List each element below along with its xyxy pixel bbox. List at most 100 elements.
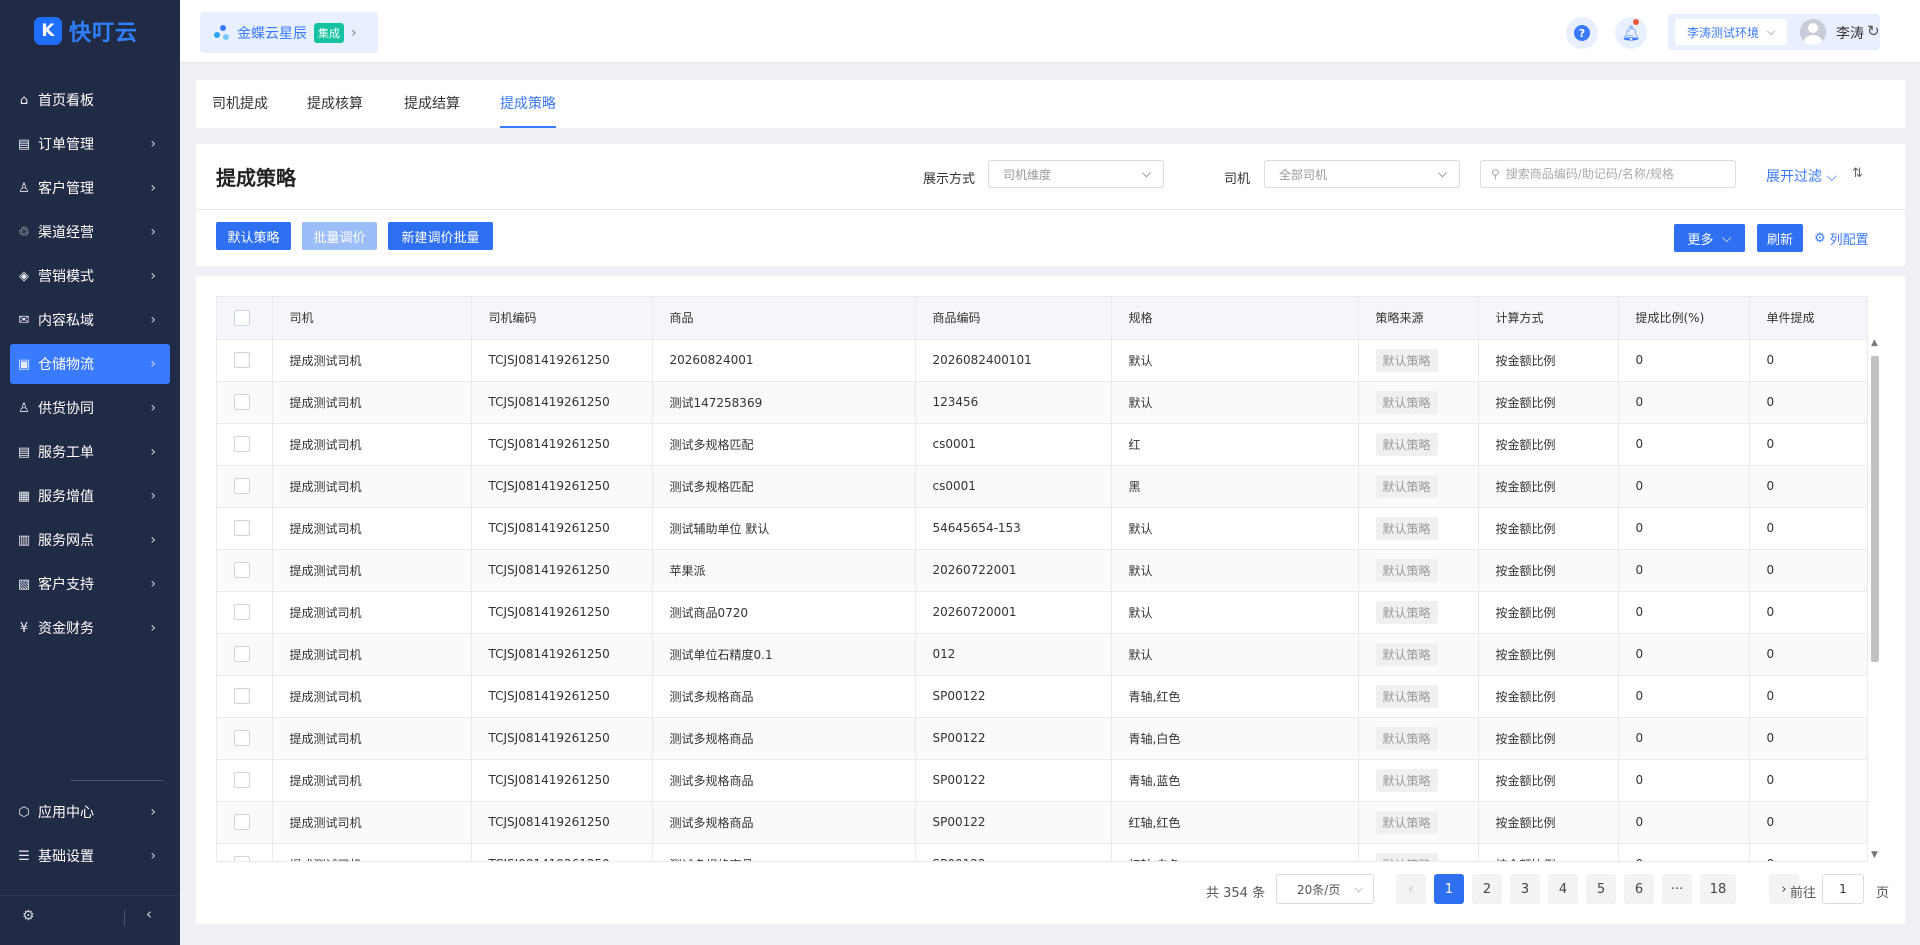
- row-checkbox[interactable]: [234, 856, 250, 861]
- sidebar-item-app-center[interactable]: ⬡ 应用中心 ›: [10, 792, 170, 832]
- sidebar-item-tag[interactable]: ◈ 营销模式 ›: [10, 256, 170, 296]
- scrollbar-thumb[interactable]: [1871, 356, 1879, 662]
- row-checkbox[interactable]: [234, 814, 250, 830]
- row-select-cell: [217, 675, 273, 718]
- table-row[interactable]: 提成测试司机 TCJSJ081419261250 测试辅助单位 默认 54645654…: [217, 507, 1867, 550]
- tab-2[interactable]: 提成核算: [307, 80, 363, 128]
- environment-select[interactable]: 李涛测试环境 ⌵: [1675, 19, 1787, 45]
- table-row[interactable]: 提成测试司机 TCJSJ081419261250 苹果派 20260722001 默认默…: [217, 549, 1867, 592]
- column-header-product-code[interactable]: 商品编码: [915, 297, 1112, 340]
- row-checkbox[interactable]: [234, 562, 250, 578]
- tab-1[interactable]: 司机提成: [212, 80, 268, 128]
- row-checkbox[interactable]: [234, 436, 250, 452]
- page-button[interactable]: 2: [1472, 874, 1502, 904]
- sidebar-item-order[interactable]: ▤ 订单管理 ›: [10, 124, 170, 164]
- sidebar-item-ticket[interactable]: ▤ 服务工单 ›: [10, 432, 170, 472]
- sidebar-item-support[interactable]: ▧ 客户支持 ›: [10, 564, 170, 604]
- chevron-down-icon: ⌵: [1437, 166, 1447, 180]
- column-header-unit-commission[interactable]: 单件提成: [1749, 297, 1867, 340]
- pagination-ellipsis[interactable]: ···: [1662, 874, 1692, 904]
- page-size-select[interactable]: 20条/页 ⌵: [1276, 874, 1374, 904]
- table-row[interactable]: 提成测试司机 TCJSJ081419261250 测试多规格匹配 cs0001 黑默认策…: [217, 465, 1867, 508]
- row-checkbox[interactable]: [234, 394, 250, 410]
- page-button[interactable]: 18: [1700, 874, 1736, 904]
- table-row[interactable]: 提成测试司机 TCJSJ081419261250 20260824001 202608…: [217, 339, 1867, 382]
- sidebar-item-mail[interactable]: ✉ 内容私域 ›: [10, 300, 170, 340]
- sidebar-item-supply[interactable]: ♙ 供货协同 ›: [10, 388, 170, 428]
- refresh-button[interactable]: 刷新: [1757, 224, 1803, 252]
- column-header-strategy-source[interactable]: 策略来源: [1358, 297, 1479, 340]
- row-checkbox[interactable]: [234, 688, 250, 704]
- row-checkbox[interactable]: [234, 772, 250, 788]
- avatar[interactable]: [1800, 19, 1826, 45]
- app-logo[interactable]: K 快叮云: [34, 15, 138, 47]
- collapse-sidebar-icon[interactable]: ‹: [146, 905, 152, 923]
- column-config-button[interactable]: ⚙ 列配置: [1814, 229, 1869, 248]
- row-checkbox[interactable]: [234, 646, 250, 662]
- sidebar-item-user[interactable]: ♙ 客户管理 ›: [10, 168, 170, 208]
- user-name[interactable]: 李涛: [1836, 23, 1864, 43]
- column-header-calc-method[interactable]: 计算方式: [1478, 297, 1619, 340]
- row-checkbox[interactable]: [234, 730, 250, 746]
- row-select-cell: [217, 801, 273, 844]
- column-header-product[interactable]: 商品: [652, 297, 916, 340]
- sort-icon[interactable]: ⇅: [1852, 166, 1863, 181]
- help-button[interactable]: ?: [1566, 17, 1598, 49]
- column-header-driver-code[interactable]: 司机编码: [471, 297, 653, 340]
- batch-adjust-button[interactable]: 批量调价: [302, 222, 377, 250]
- page-button[interactable]: 5: [1586, 874, 1616, 904]
- prev-page-button[interactable]: ‹: [1396, 874, 1426, 904]
- table-row[interactable]: 提成测试司机 TCJSJ081419261250 测试多规格商品 SP00122 青轴,…: [217, 675, 1867, 718]
- row-checkbox[interactable]: [234, 604, 250, 620]
- table-row[interactable]: 提成测试司机 TCJSJ081419261250 测试多规格商品 SP00122 青轴,…: [217, 717, 1867, 760]
- table-row[interactable]: 提成测试司机TCJSJ081419261250测试多规格商品SP00122红轴,…: [217, 801, 1867, 844]
- cell-driver-code: TCJSJ081419261250: [471, 801, 653, 844]
- table-row[interactable]: 提成测试司机TCJSJ081419261250测试多规格商品SP00122红轴,…: [217, 843, 1867, 861]
- scroll-down-icon[interactable]: ▼: [1871, 850, 1878, 860]
- sidebar-item-briefcase[interactable]: ▦ 服务增值 ›: [10, 476, 170, 516]
- integration-switcher[interactable]: 金蝶云星辰 集成 ›: [200, 12, 378, 53]
- column-header-commission-rate[interactable]: 提成比例(%): [1618, 297, 1750, 340]
- column-header-driver[interactable]: 司机: [272, 297, 472, 340]
- column-header-spec[interactable]: 规格: [1111, 297, 1359, 340]
- page-button[interactable]: 6: [1624, 874, 1654, 904]
- goto-page-input[interactable]: [1822, 874, 1864, 904]
- row-checkbox[interactable]: [234, 352, 250, 368]
- sidebar-item-finance[interactable]: ¥ 资金财务 ›: [10, 608, 170, 648]
- table-row[interactable]: 提成测试司机 TCJSJ081419261250 测试147258369 123456…: [217, 381, 1867, 424]
- sidebar-item-channel[interactable]: ♲ 渠道经营 ›: [10, 212, 170, 252]
- table-row[interactable]: 提成测试司机 TCJSJ081419261250 测试商品0720 202607200…: [217, 591, 1867, 634]
- vertical-scrollbar[interactable]: ▲ ▼: [1870, 338, 1880, 862]
- driver-select[interactable]: 全部司机 ⌵: [1264, 160, 1460, 188]
- cell-strategy-source: 默认策略: [1358, 549, 1479, 592]
- page-button[interactable]: 3: [1510, 874, 1540, 904]
- tab-4[interactable]: 提成策略: [500, 80, 556, 128]
- page-button[interactable]: 4: [1548, 874, 1578, 904]
- cell-commission-rate: 0: [1618, 507, 1750, 550]
- notification-button[interactable]: 🔔︎: [1615, 17, 1647, 49]
- table-row[interactable]: 提成测试司机 TCJSJ081419261250 测试单位石精度0.1 012 默认 默认…: [217, 633, 1867, 676]
- refresh-icon[interactable]: ↻: [1867, 22, 1880, 40]
- strategy-source-tag: 默认策略: [1375, 600, 1438, 624]
- sidebar-item-warehouse[interactable]: ▣ 仓储物流 ›: [10, 344, 170, 384]
- theme-settings-icon[interactable]: ⚙: [22, 908, 35, 924]
- sidebar-item-home[interactable]: ⌂ 首页看板: [10, 80, 170, 120]
- sidebar-item-store[interactable]: ▥ 服务网点 ›: [10, 520, 170, 560]
- cell-product: 20260824001: [652, 339, 916, 382]
- tab-3[interactable]: 提成结算: [404, 80, 460, 128]
- scroll-up-icon[interactable]: ▲: [1871, 338, 1878, 348]
- table-row[interactable]: 提成测试司机 TCJSJ081419261250 测试多规格匹配 cs0001 红默认策…: [217, 423, 1867, 466]
- expand-filter-button[interactable]: 展开过滤 ⌵: [1766, 166, 1837, 186]
- row-checkbox[interactable]: [234, 520, 250, 536]
- display-mode-select[interactable]: 司机维度 ⌵: [988, 160, 1164, 188]
- table-row[interactable]: 提成测试司机 TCJSJ081419261250 测试多规格商品 SP00122 青轴,…: [217, 759, 1867, 802]
- sub-tabs: 司机提成 提成核算 提成结算 提成策略: [196, 80, 1905, 128]
- search-input[interactable]: [1505, 167, 1716, 181]
- sidebar-item-settings[interactable]: ☰ 基础设置 ›: [10, 836, 170, 876]
- default-strategy-button[interactable]: 默认策略: [216, 222, 291, 250]
- new-batch-button[interactable]: 新建调价批量: [388, 222, 493, 250]
- page-button[interactable]: 1: [1434, 874, 1464, 904]
- row-checkbox[interactable]: [234, 478, 250, 494]
- select-all-checkbox[interactable]: [234, 309, 250, 326]
- more-button[interactable]: 更多 ⌵: [1674, 224, 1745, 252]
